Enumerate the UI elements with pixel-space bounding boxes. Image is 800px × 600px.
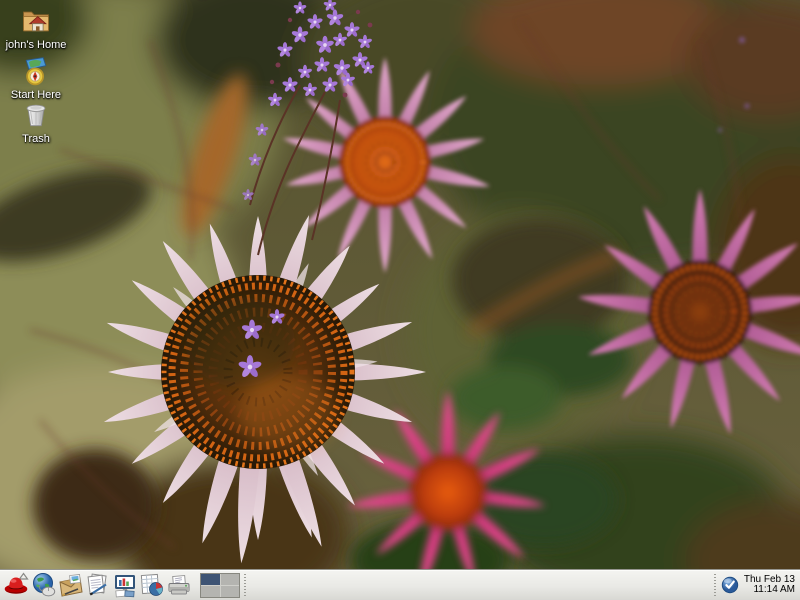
workspace-cell[interactable] <box>201 574 220 585</box>
red-hat-icon <box>4 572 30 598</box>
update-check-icon <box>721 576 739 594</box>
web-browser-icon <box>31 572 57 598</box>
spreadsheet-icon <box>139 572 165 598</box>
desktop-icon-start-here[interactable]: Start Here <box>3 55 69 101</box>
word-processor-button[interactable] <box>84 571 111 599</box>
web-browser-button[interactable] <box>30 571 57 599</box>
workspace-switcher <box>200 573 240 598</box>
main-menu-button[interactable] <box>3 571 30 599</box>
trash-icon <box>20 99 52 131</box>
clock-applet[interactable]: Thu Feb 13 11:14 AM <box>744 575 797 596</box>
bottom-panel: Thu Feb 13 11:14 AM <box>0 569 800 600</box>
spreadsheet-button[interactable] <box>138 571 165 599</box>
desktop-icon-label: john's Home <box>6 39 67 51</box>
workspace-cell[interactable] <box>201 586 220 597</box>
email-icon <box>58 572 84 598</box>
word-processor-icon <box>85 572 111 598</box>
email-button[interactable] <box>57 571 84 599</box>
wallpaper-photo <box>0 0 800 600</box>
printer-icon <box>166 572 192 598</box>
clock-time: 11:14 AM <box>744 585 795 596</box>
home-folder-icon <box>20 5 52 37</box>
desktop-icon-label: Trash <box>22 133 50 145</box>
workspace-cell[interactable] <box>221 574 240 585</box>
desktop-icon-trash[interactable]: Trash <box>3 99 69 145</box>
presentations-button[interactable] <box>111 571 138 599</box>
applet-drag-handle[interactable] <box>713 574 717 596</box>
desktop-icon-home[interactable]: john's Home <box>3 5 69 51</box>
print-manager-button[interactable] <box>165 571 192 599</box>
network-alert-button[interactable] <box>720 575 740 595</box>
presentations-icon <box>112 572 138 598</box>
workspace-cell[interactable] <box>221 586 240 597</box>
desktop: john's Home Start Here Trash <box>0 0 800 600</box>
applet-drag-handle[interactable] <box>243 574 247 596</box>
start-here-icon <box>20 55 52 87</box>
